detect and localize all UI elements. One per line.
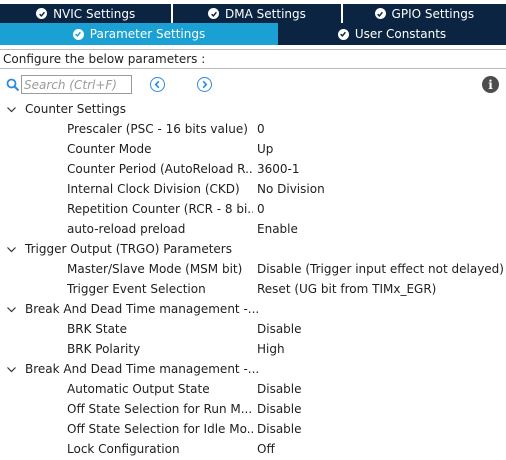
param-value[interactable]: Disable xyxy=(257,419,506,439)
param-value[interactable]: Off xyxy=(257,439,506,459)
param-value[interactable]: High xyxy=(257,339,506,359)
group-break-dead-time-1[interactable]: Break And Dead Time management -... xyxy=(0,299,506,319)
param-value[interactable]: Disable (Trigger input effect not delaye… xyxy=(257,259,506,279)
param-row[interactable]: Internal Clock Division (CKD) No Division xyxy=(0,179,506,199)
check-circle-icon xyxy=(337,28,349,40)
param-row[interactable]: Repetition Counter (RCR - 8 bi... 0 xyxy=(0,199,506,219)
group-label: Break And Dead Time management -... xyxy=(25,362,260,376)
param-value[interactable]: Up xyxy=(257,139,506,159)
tab-row-2: Parameter Settings User Constants xyxy=(0,23,506,45)
check-circle-icon xyxy=(374,8,386,19)
tab-label: User Constants xyxy=(354,27,447,41)
check-circle-icon xyxy=(208,8,220,19)
param-row[interactable]: Off State Selection for Idle Mo... Disabl… xyxy=(0,419,506,439)
param-name: Internal Clock Division (CKD) xyxy=(67,182,240,196)
param-name: Lock Configuration xyxy=(67,442,180,456)
param-value[interactable]: Disable xyxy=(257,379,506,399)
chevron-down-icon[interactable] xyxy=(6,364,17,375)
param-row[interactable]: Automatic Output State Disable xyxy=(0,379,506,399)
param-name: Off State Selection for Run M... xyxy=(67,402,253,416)
tab-gpio-settings[interactable]: GPIO Settings xyxy=(342,4,506,23)
tab-label: Parameter Settings xyxy=(89,27,206,41)
search-next-button[interactable] xyxy=(197,77,212,92)
check-circle-icon xyxy=(36,8,48,19)
tab-dma-settings[interactable]: DMA Settings xyxy=(173,4,341,23)
param-name: Prescaler (PSC - 16 bits value) xyxy=(67,122,248,136)
param-name: Master/Slave Mode (MSM bit) xyxy=(67,262,243,276)
param-name: BRK State xyxy=(67,322,128,336)
param-value[interactable]: Disable xyxy=(257,319,506,339)
param-value[interactable]: Enable xyxy=(257,219,506,239)
param-row[interactable]: Off State Selection for Run M... Disable xyxy=(0,399,506,419)
info-icon[interactable]: i xyxy=(482,76,499,93)
param-row[interactable]: BRK State Disable xyxy=(0,319,506,339)
chevron-down-icon[interactable] xyxy=(6,304,17,315)
param-row[interactable]: Trigger Event Selection Reset (UG bit fro… xyxy=(0,279,506,299)
param-name: Off State Selection for Idle Mo... xyxy=(67,422,253,436)
param-row[interactable]: Counter Mode Up xyxy=(0,139,506,159)
tab-label: GPIO Settings xyxy=(391,6,475,21)
tab-label: NVIC Settings xyxy=(53,6,136,21)
search-row: i xyxy=(0,73,506,97)
param-value[interactable]: Reset (UG bit from TIMx_EGR) xyxy=(257,279,506,299)
param-row[interactable]: Master/Slave Mode (MSM bit) Disable (Trig… xyxy=(0,259,506,279)
group-break-dead-time-2[interactable]: Break And Dead Time management -... xyxy=(0,359,506,379)
param-row[interactable]: BRK Polarity High xyxy=(0,339,506,359)
group-label: Counter Settings xyxy=(25,102,126,116)
configure-header: Configure the below parameters : xyxy=(0,49,506,69)
chevron-right-icon xyxy=(202,80,208,89)
param-value[interactable]: Disable xyxy=(257,399,506,419)
param-name: auto-reload preload xyxy=(67,222,186,236)
group-trigger-output[interactable]: Trigger Output (TRGO) Parameters xyxy=(0,239,506,259)
tab-label: DMA Settings xyxy=(225,6,306,21)
param-row[interactable]: Counter Period (AutoReload R... 3600-1 xyxy=(0,159,506,179)
group-label: Break And Dead Time management -... xyxy=(25,302,260,316)
param-value[interactable]: No Division xyxy=(257,179,506,199)
param-name: Trigger Event Selection xyxy=(67,282,206,296)
param-name: BRK Polarity xyxy=(67,342,141,356)
chevron-down-icon[interactable] xyxy=(6,244,17,255)
param-value[interactable]: 3600-1 xyxy=(257,159,506,179)
tab-row-1: NVIC Settings DMA Settings GPIO Settings xyxy=(0,4,506,23)
param-value[interactable]: 0 xyxy=(257,199,506,219)
param-name: Counter Period (AutoReload R... xyxy=(67,162,253,176)
parameter-tree: Counter Settings Prescaler (PSC - 16 bit… xyxy=(0,99,506,459)
tab-nvic-settings[interactable]: NVIC Settings xyxy=(0,4,172,23)
group-counter-settings[interactable]: Counter Settings xyxy=(0,99,506,119)
tab-parameter-settings[interactable]: Parameter Settings xyxy=(0,23,278,45)
chevron-down-icon[interactable] xyxy=(6,104,17,115)
param-name: Automatic Output State xyxy=(67,382,210,396)
search-icon[interactable] xyxy=(6,78,20,92)
param-name: Repetition Counter (RCR - 8 bi... xyxy=(67,202,253,216)
group-label: Trigger Output (TRGO) Parameters xyxy=(25,242,232,256)
search-input[interactable] xyxy=(21,75,132,94)
tab-user-constants[interactable]: User Constants xyxy=(278,23,506,45)
param-row[interactable]: Lock Configuration Off xyxy=(0,439,506,459)
chevron-left-icon xyxy=(154,80,160,89)
param-value[interactable]: 0 xyxy=(257,119,506,139)
param-name: Counter Mode xyxy=(67,142,152,156)
search-previous-button[interactable] xyxy=(150,77,165,92)
check-circle-icon xyxy=(72,28,84,40)
param-row[interactable]: Prescaler (PSC - 16 bits value) 0 xyxy=(0,119,506,139)
param-row[interactable]: auto-reload preload Enable xyxy=(0,219,506,239)
